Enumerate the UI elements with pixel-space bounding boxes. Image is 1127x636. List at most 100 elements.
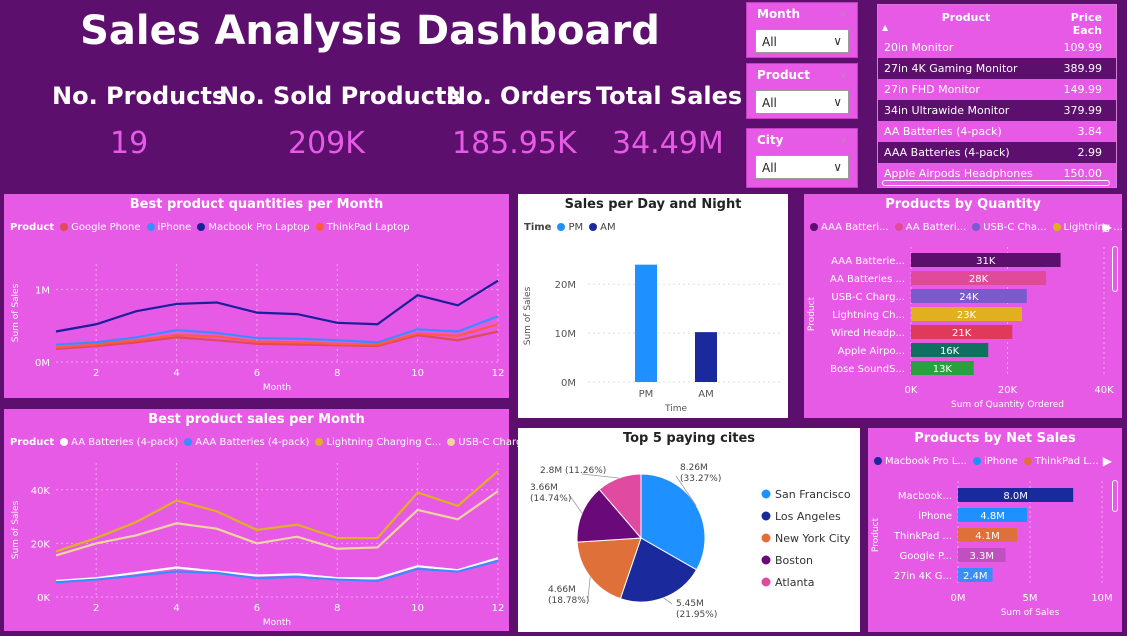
bar: [695, 332, 717, 382]
legend-marker-icon: [761, 555, 771, 565]
table-row[interactable]: AA Batteries (4-pack) 3.84: [878, 121, 1116, 142]
x-tick-label: 10: [411, 603, 424, 614]
kpi-orders-value: 185.95K: [452, 126, 577, 161]
y-tick-label: 20K: [31, 539, 51, 550]
y-axis-label: Product: [807, 296, 817, 331]
data-label: 23K: [957, 310, 977, 321]
chevron-down-icon: ∨: [833, 34, 842, 48]
legend-label: Atlanta: [775, 576, 814, 589]
chevron-down-icon[interactable]: ∨: [840, 9, 847, 20]
data-label: 21K: [952, 328, 972, 339]
y-axis-label: Sum of Sales: [11, 500, 21, 559]
chevron-down-icon[interactable]: ∨: [840, 70, 847, 81]
y-tick-label: Lightning Ch...: [832, 310, 905, 321]
product-cell: 27in 4K Gaming Monitor: [884, 62, 1018, 75]
x-tick-label: 2: [93, 603, 99, 614]
x-axis-label: Sum of Sales: [1001, 608, 1060, 618]
product-cell: AA Batteries (4-pack): [884, 125, 1002, 138]
y-tick-label: 0M: [561, 378, 576, 389]
data-label: 8.26M: [680, 463, 708, 473]
chevron-down-icon[interactable]: ∨: [840, 135, 847, 146]
month-slicer: Month ∨ All ∨: [746, 2, 858, 58]
data-label: 3.3M: [969, 551, 994, 562]
y-tick-label: Google P...: [900, 551, 952, 562]
month-select-value: All: [762, 35, 777, 49]
price-cell: 389.99: [1063, 62, 1103, 75]
y-tick-label: 0K: [37, 593, 50, 604]
product-cell: 27in FHD Monitor: [884, 83, 980, 96]
products-by-net-sales-panel: Products by Net Sales Macbook Pro L... iP…: [868, 428, 1122, 632]
kpi-orders-label: No. Orders: [446, 82, 592, 110]
leader-line: [587, 576, 591, 599]
y-tick-label: Apple Airpo...: [838, 346, 905, 357]
table-row[interactable]: 20in Monitor 109.99: [878, 37, 1116, 58]
y-tick-label: USB-C Charg...: [831, 292, 905, 303]
x-axis-label: Month: [263, 618, 291, 628]
x-tick-label: 0K: [905, 385, 918, 396]
table-row[interactable]: 27in FHD Monitor 149.99: [878, 79, 1116, 100]
data-label: (21.95%): [676, 610, 717, 620]
product-select-value: All: [762, 96, 777, 110]
quantities-line-chart: 0M 1M 2 4 6 8 10 12 Month Sum of Sales: [11, 264, 504, 393]
leader-line: [569, 495, 583, 514]
x-axis-label: Month: [263, 383, 291, 393]
table-row[interactable]: 27in 4K Gaming Monitor 389.99: [878, 58, 1116, 79]
y-tick-label: 20M: [555, 280, 576, 291]
x-tick-label: 4: [173, 603, 179, 614]
product-cell: AAA Batteries (4-pack): [884, 146, 1010, 159]
x-tick-label: 10: [411, 368, 424, 379]
price-column-header[interactable]: Price Each: [1048, 5, 1110, 37]
x-tick-label: 4: [173, 368, 179, 379]
x-tick-label: 8: [334, 603, 340, 614]
y-tick-label: 0M: [35, 358, 50, 369]
net-sales-bar-chart: 0M 5M 10M Macbook... 8.0M iPhone 4.8M ThinkPad …: [871, 481, 1113, 618]
data-label: (14.74%): [530, 494, 571, 504]
product-header-label: Product: [941, 11, 991, 24]
x-tick-label: 6: [254, 368, 260, 379]
data-label: (33.27%): [680, 474, 721, 484]
y-tick-label: Bose SoundS...: [830, 364, 905, 375]
y-tick-label: Wired Headp...: [831, 328, 905, 339]
day-night-bar-chart: 0M 10M 20M PM AM Time Sum of Sales: [523, 264, 780, 414]
x-tick-label: 6: [254, 603, 260, 614]
price-cell: 150.00: [1063, 167, 1103, 180]
kpi-sold-label: No. Sold Products: [219, 82, 461, 110]
data-label: 5.45M: [676, 599, 704, 609]
month-select[interactable]: All ∨: [755, 29, 849, 53]
table-row[interactable]: AAA Batteries (4-pack) 2.99: [878, 142, 1116, 163]
x-axis-label: Sum of Quantity Ordered: [951, 400, 1064, 410]
x-tick-label: 0M: [951, 593, 966, 604]
legend-label: Los Angeles: [775, 510, 841, 523]
y-axis-label: Product: [871, 517, 881, 552]
legend-marker-icon: [761, 511, 771, 521]
y-axis-label: Sum of Sales: [523, 286, 533, 345]
leader-line: [663, 597, 673, 605]
horizontal-scrollbar[interactable]: [882, 180, 1110, 186]
y-tick-label: ThinkPad ...: [893, 531, 952, 542]
data-label: 2.4M: [963, 571, 988, 582]
city-slicer-label: City: [757, 133, 784, 147]
product-column-header[interactable]: Product ▲: [878, 5, 1048, 37]
cities-pie-chart: 8.26M(33.27%) 5.45M(21.95%) 4.66M(18.78%) 3…: [530, 463, 851, 620]
table-row[interactable]: 34in Ultrawide Monitor 379.99: [878, 100, 1116, 121]
price-table: Product ▲ Price Each 20in Monitor 109.99 27…: [877, 4, 1117, 188]
legend-label: New York City: [775, 532, 851, 545]
product-cell: 34in Ultrawide Monitor: [884, 104, 1010, 117]
data-label: 31K: [976, 256, 996, 267]
price-cell: 149.99: [1063, 83, 1103, 96]
kpi-sold-value: 209K: [288, 126, 365, 161]
top-cities-panel: Top 5 paying cites 8.26M (33.27%) 5.45M (21…: [518, 428, 860, 632]
series-line: [55, 559, 499, 584]
legend-label: San Francisco: [775, 488, 851, 501]
quantities-per-month-panel: Best product quantities per Month Produc…: [4, 194, 509, 398]
chevron-down-icon: ∨: [833, 160, 842, 174]
product-select[interactable]: All ∨: [755, 90, 849, 114]
data-label: 13K: [933, 364, 953, 375]
x-tick-label: PM: [639, 389, 654, 400]
kpi-products-value: 19: [110, 126, 149, 161]
data-label: 16K: [940, 346, 960, 357]
x-tick-label: 10M: [1091, 593, 1112, 604]
city-select[interactable]: All ∨: [755, 155, 849, 179]
y-tick-label: AAA Batterie...: [831, 256, 905, 267]
price-cell: 109.99: [1063, 41, 1103, 54]
